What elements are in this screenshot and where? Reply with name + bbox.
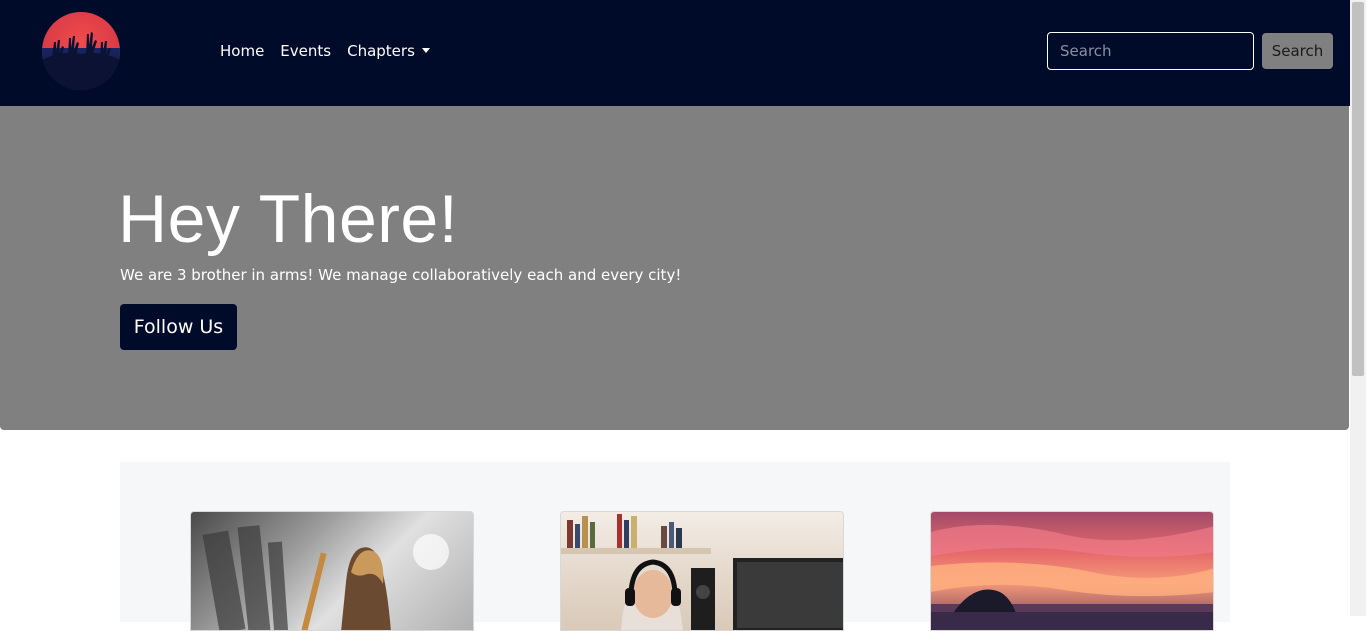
brand-logo[interactable] [42, 12, 120, 90]
scrollbar-thumb[interactable] [1352, 2, 1364, 376]
card-sunset-image[interactable] [930, 511, 1214, 631]
nav-link-events[interactable]: Events [280, 40, 331, 62]
search-button[interactable]: Search [1262, 33, 1333, 69]
hero-subtitle: We are 3 brother in arms! We manage coll… [120, 266, 682, 284]
crowd-hands-icon [42, 32, 120, 90]
card-recording-image[interactable] [560, 511, 844, 631]
hero-title: Hey There! [118, 181, 459, 257]
navbar: Home Events Chapters Search [0, 0, 1350, 106]
sunset-seascape-photo [931, 524, 1213, 630]
search-input[interactable] [1047, 32, 1254, 70]
follow-us-button[interactable]: Follow Us [120, 304, 237, 350]
nav-link-home[interactable]: Home [220, 40, 264, 62]
woman-headphones-recording-photo [561, 514, 843, 630]
concert-guitarist-photo [202, 525, 449, 630]
cards-section [120, 462, 1230, 631]
nav-links: Home Events Chapters [220, 40, 430, 62]
nav-dropdown-chapters[interactable]: Chapters [347, 40, 430, 62]
card-concert-image[interactable] [190, 511, 474, 631]
nav-link-chapters-label: Chapters [347, 42, 415, 60]
hero-jumbotron: Hey There! We are 3 brother in arms! We … [0, 106, 1349, 430]
caret-down-icon [421, 48, 430, 53]
